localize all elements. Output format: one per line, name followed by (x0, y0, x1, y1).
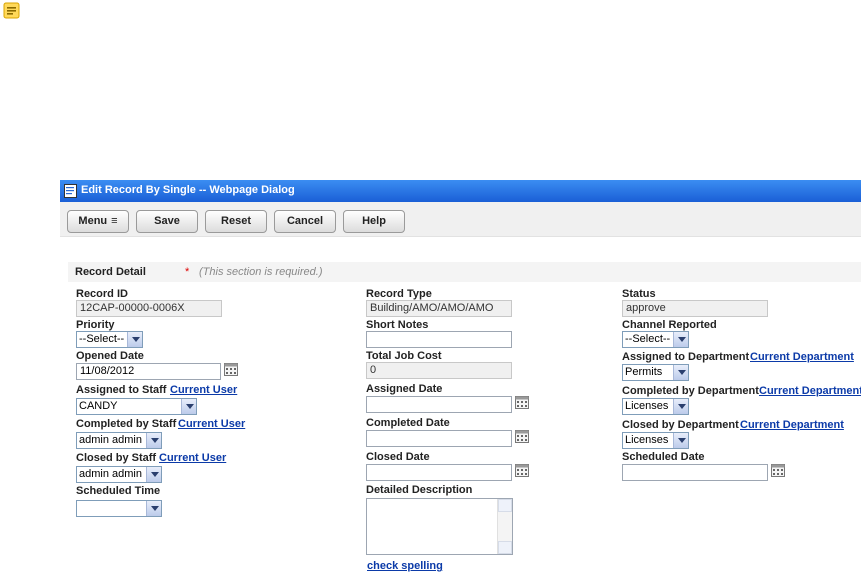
chevron-down-icon (127, 332, 142, 347)
page-icon (64, 184, 77, 198)
current-user-link[interactable]: Current User (170, 384, 237, 396)
scheduled-time-select[interactable] (76, 500, 162, 517)
current-user-link[interactable]: Current User (159, 452, 226, 464)
status-label: Status (622, 288, 656, 300)
check-spelling-link[interactable]: check spelling (367, 560, 443, 572)
chevron-down-icon (146, 501, 161, 516)
chevron-down-icon (181, 399, 196, 414)
opened-date-field[interactable]: 11/08/2012 (76, 363, 221, 380)
save-button[interactable]: Save (136, 210, 198, 233)
calendar-icon[interactable] (771, 464, 785, 477)
completed-by-department-select[interactable]: Licenses (622, 398, 689, 415)
calendar-icon[interactable] (224, 363, 238, 376)
closed-by-staff-select[interactable]: admin admin (76, 466, 162, 483)
current-department-link[interactable]: Current Department (750, 351, 854, 363)
total-job-cost-label: Total Job Cost (366, 350, 442, 362)
total-job-cost-field: 0 (366, 362, 512, 379)
status-field: approve (622, 300, 768, 317)
completed-date-label: Completed Date (366, 417, 450, 429)
required-marker: * (185, 266, 190, 278)
short-notes-label: Short Notes (366, 319, 429, 331)
closed-by-department-label: Closed by Department (622, 419, 739, 431)
note-icon[interactable] (3, 2, 21, 20)
closed-date-label: Closed Date (366, 451, 430, 463)
chevron-down-icon (673, 332, 688, 347)
help-button[interactable]: Help (343, 210, 405, 233)
completed-date-field[interactable] (366, 430, 512, 447)
closed-by-staff-label: Closed by Staff (76, 452, 157, 464)
assigned-to-staff-value: CANDY (79, 400, 118, 412)
menu-label: Menu (78, 215, 108, 227)
channel-reported-label: Channel Reported (622, 319, 717, 331)
opened-date-label: Opened Date (76, 350, 144, 362)
chevron-down-icon (673, 433, 688, 448)
section-header: Record Detail * (This section is require… (68, 262, 861, 282)
assigned-to-department-select[interactable]: Permits (622, 364, 689, 381)
priority-label: Priority (76, 319, 115, 331)
completed-by-staff-label: Completed by Staff (76, 418, 177, 430)
assigned-to-department-value: Permits (625, 366, 663, 378)
calendar-icon[interactable] (515, 430, 529, 443)
record-id-label: Record ID (76, 288, 128, 300)
toolbar: Menu ≡ Save Reset Cancel Help (60, 202, 861, 237)
current-department-link[interactable]: Current Department (759, 385, 861, 397)
record-type-label: Record Type (366, 288, 432, 300)
scroll-down-icon[interactable] (498, 541, 512, 554)
record-id-field: 12CAP-00000-0006X (76, 300, 222, 317)
chevron-down-icon (146, 433, 161, 448)
dialog-title: Edit Record By Single -- Webpage Dialog (81, 184, 295, 196)
calendar-icon[interactable] (515, 396, 529, 409)
calendar-icon[interactable] (515, 464, 529, 477)
assigned-date-field[interactable] (366, 396, 512, 413)
closed-by-department-value: Licenses (625, 434, 669, 446)
menu-icon: ≡ (111, 215, 118, 227)
scheduled-time-label: Scheduled Time (76, 485, 161, 497)
section-title: Record Detail (75, 266, 146, 278)
assigned-to-staff-select[interactable]: CANDY (76, 398, 197, 415)
dialog-title-bar: Edit Record By Single -- Webpage Dialog (60, 180, 861, 202)
detailed-description-textarea[interactable] (366, 498, 513, 555)
current-department-link[interactable]: Current Department (740, 419, 844, 431)
scheduled-date-label: Scheduled Date (622, 451, 705, 463)
current-user-link[interactable]: Current User (178, 418, 245, 430)
closed-date-field[interactable] (366, 464, 512, 481)
completed-by-department-value: Licenses (625, 400, 669, 412)
reset-button[interactable]: Reset (205, 210, 267, 233)
cancel-button[interactable]: Cancel (274, 210, 336, 233)
completed-by-department-label: Completed by Department (622, 385, 759, 397)
completed-by-staff-value: admin admin (79, 434, 142, 446)
scrollbar[interactable] (497, 499, 512, 554)
assigned-to-staff-label: Assigned to Staff (76, 384, 167, 396)
required-note: (This section is required.) (199, 266, 323, 278)
closed-by-staff-value: admin admin (79, 468, 142, 480)
assigned-date-label: Assigned Date (366, 383, 443, 395)
priority-select[interactable]: --Select-- (76, 331, 143, 348)
closed-by-department-select[interactable]: Licenses (622, 432, 689, 449)
assigned-to-department-label: Assigned to Department (622, 351, 750, 363)
chevron-down-icon (146, 467, 161, 482)
chevron-down-icon (673, 399, 688, 414)
priority-value: --Select-- (79, 333, 125, 345)
channel-reported-value: --Select-- (625, 333, 671, 345)
edit-record-dialog: Edit Record By Single -- Webpage Dialog … (60, 180, 861, 573)
record-type-field: Building/AMO/AMO/AMO (366, 300, 512, 317)
chevron-down-icon (673, 365, 688, 380)
detailed-description-label: Detailed Description (366, 484, 473, 496)
completed-by-staff-select[interactable]: admin admin (76, 432, 162, 449)
channel-reported-select[interactable]: --Select-- (622, 331, 689, 348)
menu-button[interactable]: Menu ≡ (67, 210, 129, 233)
scroll-up-icon[interactable] (498, 499, 512, 512)
scheduled-date-field[interactable] (622, 464, 768, 481)
short-notes-field[interactable] (366, 331, 512, 348)
